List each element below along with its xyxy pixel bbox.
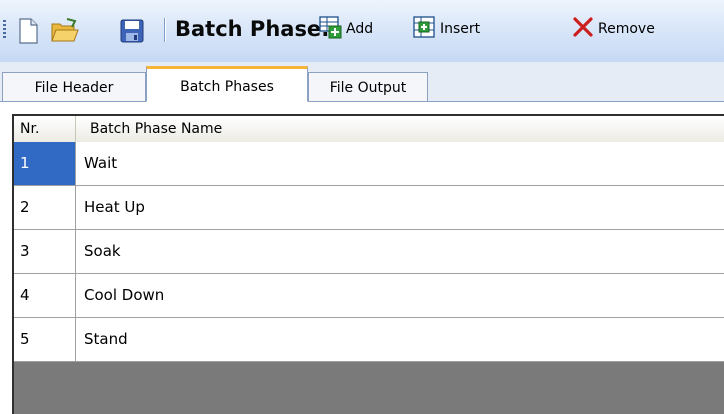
tab-strip: File Header Batch Phases File Output	[0, 62, 724, 102]
tab-content: Nr. Batch Phase Name 1 Wait 2 Heat Up 3 …	[0, 102, 724, 414]
phase-name[interactable]: Wait	[76, 142, 117, 185]
tab-file-header[interactable]: File Header	[2, 72, 146, 102]
save-disk-icon[interactable]	[120, 19, 144, 47]
row-number[interactable]: 5	[14, 318, 76, 361]
toolbar: Batch Phase: Add Insert Remove	[0, 0, 724, 62]
new-file-icon[interactable]	[17, 18, 39, 48]
remove-label: Remove	[598, 21, 655, 37]
table-row[interactable]: 4 Cool Down	[14, 274, 724, 318]
row-number[interactable]: 4	[14, 274, 76, 317]
toolbar-grip[interactable]	[3, 20, 6, 40]
grid-header: Nr. Batch Phase Name	[14, 116, 724, 143]
add-button[interactable]: Add	[318, 14, 373, 44]
insert-icon	[412, 15, 436, 43]
remove-icon	[572, 16, 594, 42]
tab-batch-phases[interactable]: Batch Phases	[146, 66, 308, 102]
table-row[interactable]: 3 Soak	[14, 230, 724, 274]
phase-name[interactable]: Cool Down	[76, 274, 164, 317]
column-header-name[interactable]: Batch Phase Name	[76, 116, 724, 142]
insert-button[interactable]: Insert	[412, 14, 480, 44]
table-row[interactable]: 5 Stand	[14, 318, 724, 362]
add-label: Add	[346, 21, 374, 37]
tab-file-output[interactable]: File Output	[308, 72, 428, 102]
column-header-nr[interactable]: Nr.	[14, 116, 76, 142]
add-icon	[318, 15, 342, 43]
row-number[interactable]: 3	[14, 230, 76, 273]
table-row[interactable]: 1 Wait	[14, 142, 724, 186]
phase-name[interactable]: Soak	[76, 230, 121, 273]
row-number[interactable]: 2	[14, 186, 76, 229]
row-number[interactable]: 1	[14, 142, 76, 185]
table-row[interactable]: 2 Heat Up	[14, 186, 724, 230]
toolbar-title: Batch Phase:	[175, 17, 330, 41]
batch-phase-grid[interactable]: Nr. Batch Phase Name 1 Wait 2 Heat Up 3 …	[12, 114, 724, 414]
toolbar-separator	[164, 18, 166, 42]
phase-name[interactable]: Heat Up	[76, 186, 145, 229]
remove-button[interactable]: Remove	[572, 14, 655, 44]
phase-name[interactable]: Stand	[76, 318, 128, 361]
open-folder-icon[interactable]	[50, 17, 80, 49]
insert-label: Insert	[440, 21, 481, 37]
